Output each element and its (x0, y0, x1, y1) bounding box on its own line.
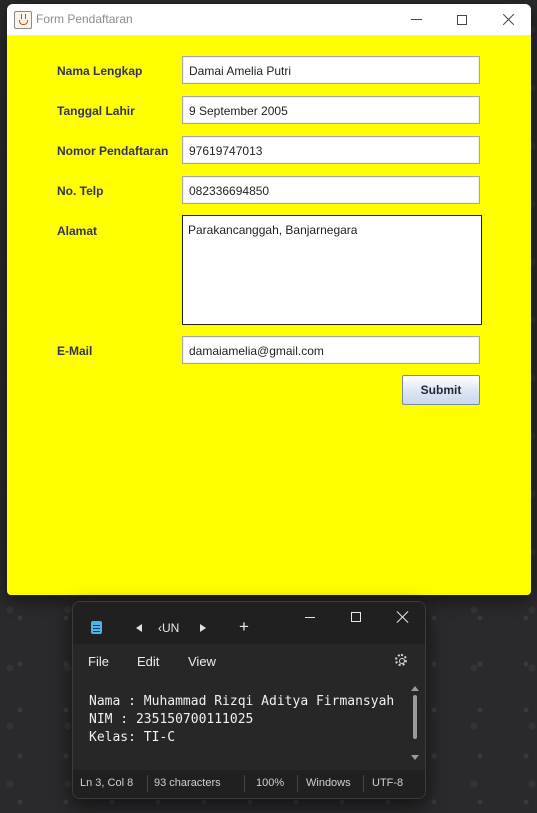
minimize-icon (410, 19, 422, 20)
line-ending[interactable]: Windows (306, 777, 351, 789)
java-icon (14, 11, 32, 29)
tanggal-lahir-label: Tanggal Lahir (57, 104, 135, 118)
maximize-button[interactable] (439, 4, 485, 35)
cursor-position: Ln 3, Col 8 (80, 777, 134, 789)
editor-line: Nama : Muhammad Rizqi Aditya Firmansyah (89, 694, 395, 709)
nama-lengkap-field[interactable]: Damai Amelia Putri (182, 56, 480, 84)
editor-line: Kelas: TI-C (89, 730, 176, 745)
tab-scroll-left-icon[interactable] (136, 624, 142, 632)
character-count: 93 characters (154, 777, 221, 789)
settings-gear-icon[interactable] (395, 654, 407, 666)
status-divider (244, 775, 245, 792)
scrollbar-thumb[interactable] (413, 695, 417, 739)
tab-scroll-right-icon[interactable] (200, 624, 206, 632)
menu-file[interactable]: File (88, 654, 109, 669)
encoding[interactable]: UTF-8 (372, 777, 403, 789)
status-divider (363, 775, 364, 792)
scroll-down-icon[interactable] (411, 755, 419, 760)
status-divider (147, 775, 148, 792)
editor-line: NIM : 235150700111025 (89, 712, 254, 727)
email-field[interactable]: damaiamelia@gmail.com (182, 336, 480, 364)
notepad-titlebar[interactable]: ‹UN + (73, 602, 425, 644)
notepad-editor[interactable]: Nama : Muhammad Rizqi Aditya Firmansyah … (73, 678, 425, 770)
notepad-minimize-button[interactable] (287, 602, 333, 632)
no-telp-field[interactable]: 082336694850 (182, 176, 480, 204)
close-icon (396, 611, 408, 623)
email-label: E-Mail (57, 344, 93, 358)
minimize-button[interactable] (393, 4, 439, 35)
notepad-close-button[interactable] (379, 602, 425, 632)
nomor-pendaftaran-label: Nomor Pendaftaran (57, 144, 169, 158)
alamat-textarea[interactable]: Parakancanggah, Banjarnegara (182, 215, 482, 325)
form-pendaftaran-window: Form Pendaftaran Nama Lengkap Damai Amel… (7, 4, 531, 595)
window-title: Form Pendaftaran (36, 12, 133, 26)
minimize-icon (305, 616, 315, 618)
menu-view[interactable]: View (188, 654, 216, 669)
alamat-label: Alamat (57, 224, 98, 238)
notepad-window: ‹UN + File Edit View Nama : Muhammad Riz… (72, 601, 426, 799)
new-tab-button[interactable]: + (239, 617, 249, 637)
menu-edit[interactable]: Edit (137, 654, 159, 669)
notepad-menubar: File Edit View (73, 644, 425, 678)
close-icon (502, 13, 515, 26)
submit-button[interactable]: Submit (402, 375, 480, 405)
nomor-pendaftaran-field[interactable]: 97619747013 (182, 136, 480, 164)
zoom-level[interactable]: 100% (256, 777, 284, 789)
notepad-tab[interactable]: ‹UN (158, 621, 179, 635)
maximize-icon (457, 14, 467, 25)
window-titlebar[interactable]: Form Pendaftaran (7, 4, 531, 36)
close-button[interactable] (485, 4, 531, 35)
notepad-maximize-button[interactable] (333, 602, 379, 632)
scroll-up-icon[interactable] (411, 686, 419, 691)
maximize-icon (351, 612, 361, 622)
status-divider (297, 775, 298, 792)
tanggal-lahir-field[interactable]: 9 September 2005 (182, 96, 480, 124)
no-telp-label: No. Telp (57, 184, 104, 198)
notepad-statusbar: Ln 3, Col 8 93 characters 100% Windows U… (73, 770, 425, 798)
notepad-icon (91, 621, 102, 634)
nama-lengkap-label: Nama Lengkap (57, 64, 143, 78)
